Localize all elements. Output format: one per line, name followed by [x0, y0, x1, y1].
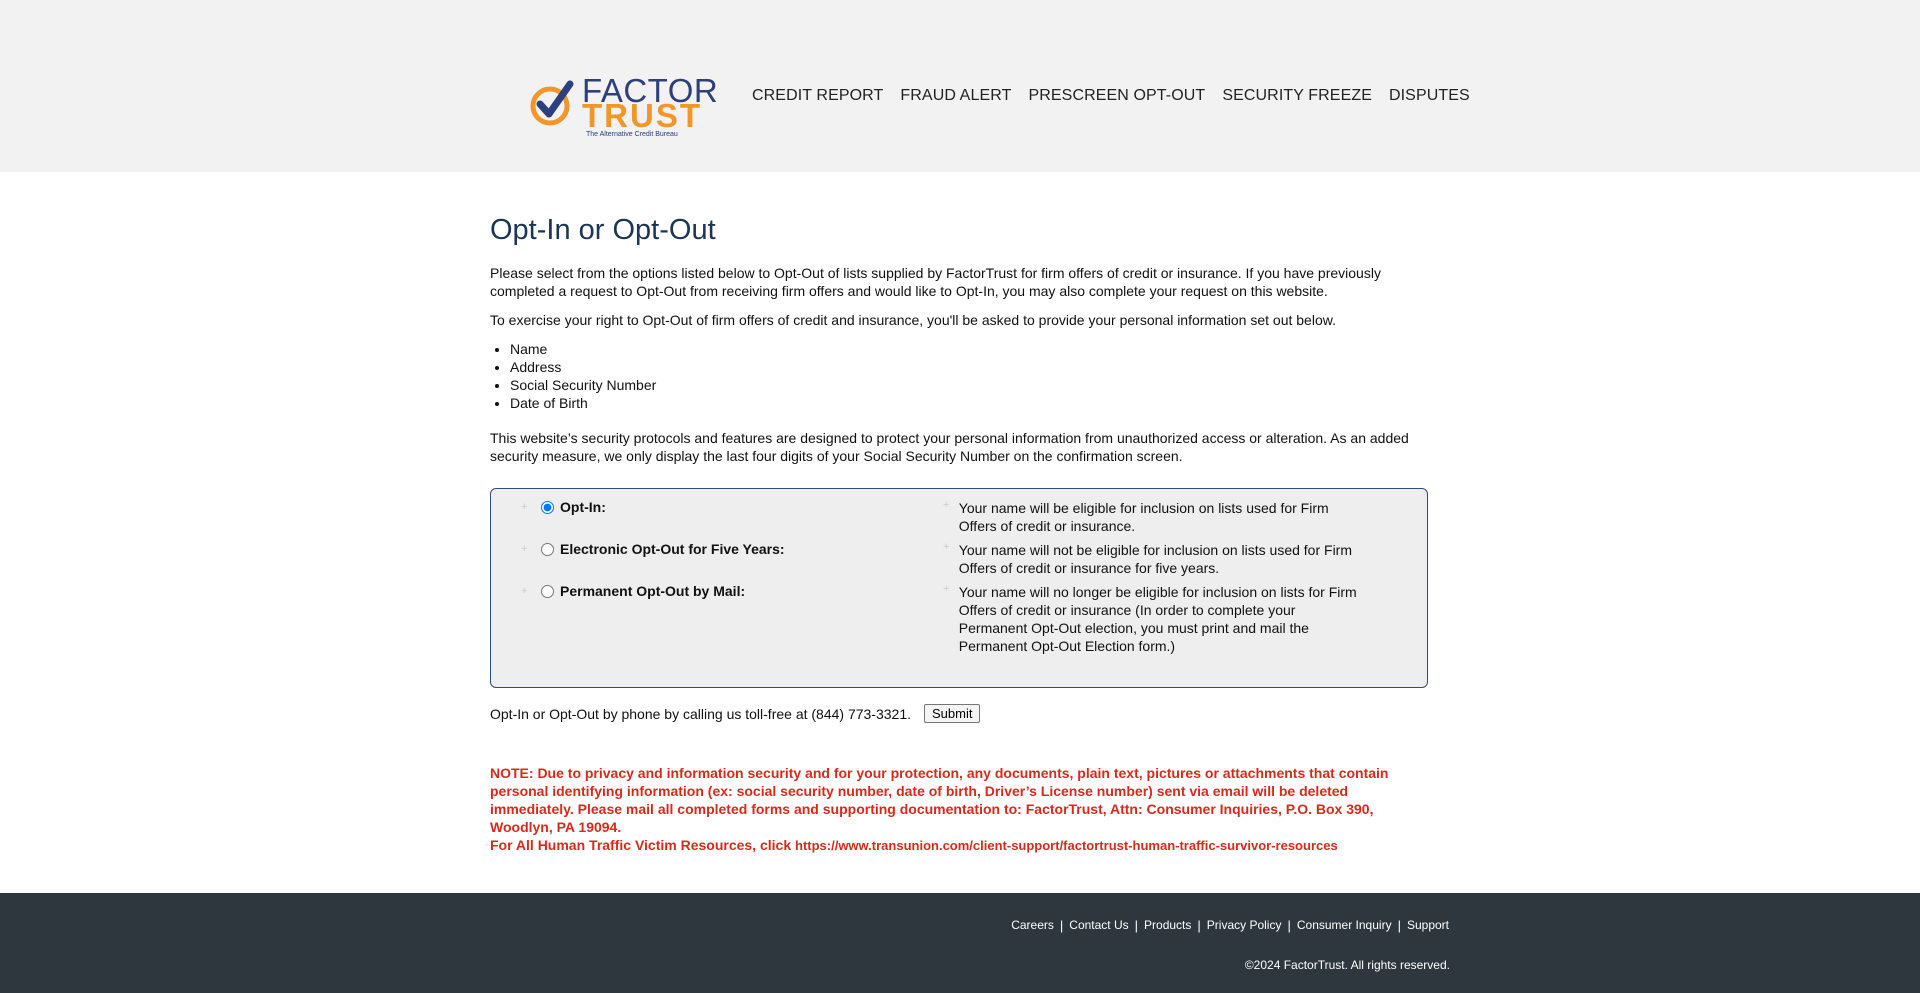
list-item: Date of Birth — [510, 394, 1430, 412]
instructions-paragraph: To exercise your right to Opt-Out of fir… — [490, 312, 1336, 328]
footer-link-privacy-policy[interactable]: Privacy Policy — [1207, 918, 1282, 932]
main-nav: CREDIT REPORT FRAUD ALERT PRESCREEN OPT-… — [752, 87, 1487, 105]
nav-disputes[interactable]: DISPUTES — [1389, 87, 1470, 105]
nav-security-freeze[interactable]: SECURITY FREEZE — [1222, 87, 1372, 105]
footer-separator: | — [1134, 918, 1139, 933]
permanent-opt-out-label[interactable]: Permanent Opt-Out by Mail: — [560, 583, 745, 599]
footer-separator: | — [1397, 918, 1401, 933]
bullet-icon: + — [943, 499, 950, 511]
nav-fraud-alert[interactable]: FRAUD ALERT — [900, 87, 1011, 105]
footer-link-products[interactable]: Products — [1144, 918, 1191, 932]
victim-resources-text: For All Human Traffic Victim Resources, … — [490, 837, 792, 853]
nav-credit-report[interactable]: CREDIT REPORT — [752, 87, 883, 105]
note-text: NOTE: Due to privacy and information sec… — [490, 765, 1389, 835]
page-title: Opt-In or Opt-Out — [490, 214, 716, 246]
bullet-icon: + — [521, 543, 528, 555]
site-footer: Careers | Contact Us | Products | Privac… — [0, 893, 1920, 993]
footer-link-careers[interactable]: Careers — [1011, 918, 1054, 932]
nav-prescreen-opt-out[interactable]: PRESCREEN OPT-OUT — [1028, 87, 1205, 105]
bullet-icon: + — [943, 541, 950, 553]
checkmark-logo-icon — [528, 80, 576, 128]
electronic-opt-out-radio[interactable] — [541, 542, 554, 556]
list-item: Address — [510, 358, 1430, 376]
footer-links: Careers | Contact Us | Products | Privac… — [1011, 917, 1449, 934]
opt-in-description: Your name will be eligible for inclusion… — [958, 500, 1329, 534]
opt-in-radio[interactable] — [541, 500, 554, 514]
victim-resources-line: For All Human Traffic Victim Resources, … — [490, 836, 1420, 855]
phone-text: Opt-In or Opt-Out by phone by calling us… — [490, 705, 912, 722]
site-header: FACTOR TRUST The Alternative Credit Bure… — [0, 0, 1920, 172]
opt-in-label[interactable]: Opt-In: — [560, 499, 606, 515]
bullet-icon: + — [943, 583, 950, 595]
footer-separator: | — [1287, 918, 1291, 933]
bullet-icon: + — [521, 585, 528, 597]
logo-text-trust: TRUST — [582, 97, 702, 134]
victim-resources-link[interactable]: https://www.transunion.com/client-suppor… — [795, 838, 1338, 853]
required-info-list: Name Address Social Security Number Date… — [490, 340, 1430, 412]
phone-submit-row: Opt-In or Opt-Out by phone by calling us… — [490, 704, 1430, 723]
permanent-opt-out-description: Your name will no longer be eligible for… — [958, 584, 1357, 654]
list-item: Name — [510, 340, 1430, 358]
footer-link-support[interactable]: Support — [1407, 918, 1449, 932]
footer-separator: | — [1197, 918, 1201, 933]
list-item: Social Security Number — [510, 376, 1430, 394]
copyright-text: ©2024 FactorTrust. All rights reserved. — [1244, 958, 1450, 972]
footer-link-consumer-inquiry[interactable]: Consumer Inquiry — [1297, 918, 1392, 932]
submit-button[interactable]: Submit — [924, 704, 981, 723]
privacy-note: NOTE: Due to privacy and information sec… — [490, 764, 1420, 855]
footer-link-contact-us[interactable]: Contact Us — [1069, 918, 1128, 932]
logo-tagline: The Alternative Credit Bureau — [586, 131, 678, 138]
electronic-opt-out-description: Your name will not be eligible for inclu… — [958, 542, 1353, 576]
footer-separator: | — [1059, 918, 1064, 933]
main-content: Opt-In or Opt-Out Please select from the… — [490, 212, 1430, 855]
permanent-opt-out-radio[interactable] — [541, 584, 554, 598]
security-paragraph: This website’s security protocols and fe… — [490, 430, 1409, 464]
factortrust-logo[interactable]: FACTOR TRUST The Alternative Credit Bure… — [528, 72, 718, 144]
electronic-opt-out-label[interactable]: Electronic Opt-Out for Five Years: — [560, 541, 785, 557]
bullet-icon: + — [521, 501, 528, 513]
intro-paragraph: Please select from the options listed be… — [490, 265, 1381, 299]
opt-options-panel: + Opt-In: + Your name will be eligible f… — [490, 488, 1428, 688]
